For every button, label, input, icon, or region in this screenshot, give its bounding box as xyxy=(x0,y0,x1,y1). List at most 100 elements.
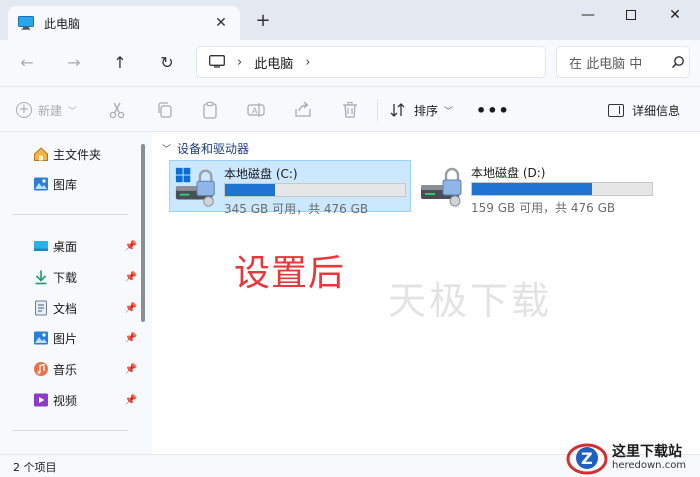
more-options-button[interactable]: ••• xyxy=(476,99,510,121)
up-button[interactable]: ↑ xyxy=(108,52,132,74)
sidebar-item-pictures[interactable]: 图片 📌 xyxy=(33,328,137,348)
sidebar-item-videos[interactable]: 视频 📌 xyxy=(33,390,137,410)
details-pane-icon xyxy=(608,103,624,117)
sidebar-item-label: 音乐 xyxy=(53,362,78,377)
details-label: 详细信息 xyxy=(632,103,681,118)
sidebar-divider xyxy=(12,214,128,215)
paste-button[interactable] xyxy=(200,99,220,121)
sidebar-item-label: 图片 xyxy=(53,331,78,346)
search-box[interactable]: 在 此电脑 中 xyxy=(556,46,690,78)
annotation-text: 设置后 xyxy=(234,253,346,294)
navigation-pane: 主文件夹 图库 桌面 📌 下载 📌 文档 📌 图片 📌 音乐 📌 视频 📌 xyxy=(0,132,152,454)
sidebar-item-desktop[interactable]: 桌面 📌 xyxy=(33,236,137,256)
breadcrumb-this-pc[interactable]: 此电脑 xyxy=(254,53,293,72)
svg-text:Z: Z xyxy=(581,449,593,468)
sidebar-item-label: 文档 xyxy=(53,301,78,316)
sidebar-item-label: 桌面 xyxy=(53,239,78,254)
sidebar-item-gallery[interactable]: 图库 xyxy=(33,174,137,194)
pictures-icon xyxy=(34,331,48,345)
search-input[interactable]: 在 此电脑 中 xyxy=(569,53,667,72)
forward-button[interactable]: → xyxy=(62,52,86,74)
logo-domain-text: heredown.com xyxy=(612,459,687,471)
cut-button[interactable] xyxy=(107,99,127,121)
sort-button[interactable]: 排序 ﹀ xyxy=(390,99,453,121)
sidebar-item-label: 主文件夹 xyxy=(53,147,102,162)
tab-bar: 此电脑 ✕ + — ✕ xyxy=(0,0,700,40)
maximize-icon xyxy=(626,10,636,20)
scissors-icon xyxy=(109,102,125,119)
sidebar-item-label: 下载 xyxy=(53,270,78,285)
search-icon[interactable] xyxy=(667,55,689,69)
share-button[interactable] xyxy=(293,99,313,121)
drive-usage-fill xyxy=(472,183,592,195)
sidebar-item-documents[interactable]: 文档 📌 xyxy=(33,298,137,318)
trash-icon xyxy=(343,101,357,118)
computer-icon xyxy=(209,55,225,68)
chevron-down-icon: ﹀ xyxy=(68,106,78,117)
drive-d-tile[interactable]: 本地磁盘 (D:) 159 GB 可用，共 476 GB xyxy=(415,160,657,215)
pin-icon[interactable]: 📌 xyxy=(125,333,137,344)
toolbar-divider xyxy=(377,99,378,121)
sidebar-item-label: 视频 xyxy=(53,393,78,408)
refresh-button[interactable]: ↻ xyxy=(155,52,179,74)
delete-button[interactable] xyxy=(340,99,360,121)
svg-text:A: A xyxy=(252,107,258,116)
pin-icon[interactable]: 📌 xyxy=(125,395,137,406)
chevron-down-icon: ﹀ xyxy=(444,106,454,117)
sidebar-item-music[interactable]: 音乐 📌 xyxy=(33,359,137,379)
chevron-down-icon: ﹀ xyxy=(162,145,172,155)
sidebar-item-downloads[interactable]: 下载 📌 xyxy=(33,267,137,287)
group-title: 设备和驱动器 xyxy=(177,142,250,156)
drive-locked-icon xyxy=(421,167,462,207)
clipboard-icon xyxy=(203,101,217,119)
tab-this-pc[interactable]: 此电脑 ✕ xyxy=(8,6,240,40)
rename-icon: A xyxy=(247,103,265,117)
command-bar: + 新建 ﹀ A 排序 ﹀ ••• 详细信息 xyxy=(0,86,700,132)
windows-drive-locked-icon xyxy=(175,167,215,207)
copy-button[interactable] xyxy=(155,99,175,121)
sort-label: 排序 xyxy=(414,103,439,118)
sort-icon xyxy=(390,103,405,117)
video-icon xyxy=(34,393,48,407)
minimize-button[interactable]: — xyxy=(565,4,611,26)
plus-icon: + xyxy=(16,102,32,118)
breadcrumb-separator[interactable]: › xyxy=(305,55,310,70)
drive-usage-fill xyxy=(225,184,275,196)
z-logo-icon: Z xyxy=(566,443,608,474)
copy-icon xyxy=(158,102,172,118)
pin-icon[interactable]: 📌 xyxy=(125,364,137,375)
logo-chinese-text: 这里下载站 xyxy=(612,443,682,460)
site-logo: Z 这里下载站 heredown.com xyxy=(566,438,700,477)
drive-space-text: 159 GB 可用，共 476 GB xyxy=(471,201,616,215)
document-icon xyxy=(35,300,47,316)
drive-usage-bar xyxy=(224,183,406,197)
group-header-devices[interactable]: ﹀ 设备和驱动器 xyxy=(162,140,249,157)
address-input[interactable]: › 此电脑 › xyxy=(196,46,546,78)
tab-title: 此电脑 xyxy=(44,16,81,31)
desktop-icon xyxy=(34,241,48,251)
back-button[interactable]: ← xyxy=(15,52,39,74)
drive-space-text: 345 GB 可用，共 476 GB xyxy=(224,202,369,216)
new-button[interactable]: + 新建 ﹀ xyxy=(16,99,77,121)
maximize-button[interactable] xyxy=(608,4,654,26)
sidebar-item-home[interactable]: 主文件夹 xyxy=(33,144,137,164)
details-pane-button[interactable]: 详细信息 xyxy=(608,99,680,121)
pin-icon[interactable]: 📌 xyxy=(125,272,137,283)
share-icon xyxy=(295,101,311,117)
drive-name: 本地磁盘 (D:) xyxy=(471,166,546,180)
sidebar-divider xyxy=(12,430,128,431)
drive-c-tile[interactable]: 本地磁盘 (C:) 345 GB 可用，共 476 GB xyxy=(169,160,411,216)
close-window-button[interactable]: ✕ xyxy=(652,4,698,26)
rename-button[interactable]: A xyxy=(246,99,266,121)
sidebar-scrollbar[interactable] xyxy=(141,144,145,322)
pin-icon[interactable]: 📌 xyxy=(125,241,137,252)
breadcrumb-separator[interactable]: › xyxy=(237,55,242,70)
pin-icon[interactable]: 📌 xyxy=(125,303,137,314)
tab-close-button[interactable]: ✕ xyxy=(212,14,230,32)
new-label: 新建 xyxy=(38,103,63,118)
new-tab-button[interactable]: + xyxy=(253,12,273,32)
drive-usage-bar xyxy=(471,182,653,196)
gallery-icon xyxy=(34,177,48,191)
sidebar-item-label: 图库 xyxy=(53,177,78,192)
home-icon xyxy=(34,147,48,161)
